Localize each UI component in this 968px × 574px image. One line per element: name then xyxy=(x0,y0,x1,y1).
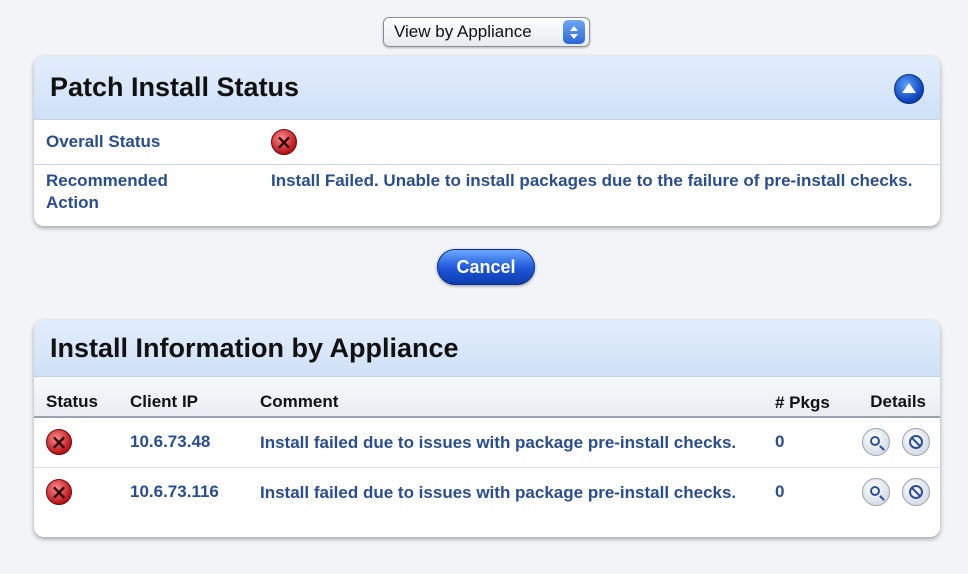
row-comment: Install failed due to issues with packag… xyxy=(260,432,737,452)
table-row: × 10.6.73.116 Install failed due to issu… xyxy=(34,466,940,517)
overall-status-label: Overall Status xyxy=(46,132,161,151)
view-select[interactable]: View by Appliance xyxy=(383,17,590,47)
magnifier-icon xyxy=(870,436,880,447)
recommended-action-label: Recommended Action xyxy=(46,171,168,212)
install-info-table: Status Client IP Comment # Pkgs Details … xyxy=(34,377,940,517)
cancel-button[interactable]: Cancel xyxy=(437,249,535,285)
status-panel-title: Patch Install Status xyxy=(50,72,300,102)
patch-install-status-panel: Patch Install Status Overall Status × Re… xyxy=(34,56,940,226)
cancel-row-button[interactable] xyxy=(902,478,930,507)
recommended-action-text: Install Failed. Unable to install packag… xyxy=(271,171,913,190)
info-panel-header: Install Information by Appliance xyxy=(34,320,940,377)
table-row: × 10.6.73.48 Install failed due to issue… xyxy=(34,417,940,467)
magnifier-icon xyxy=(870,486,880,497)
col-client-ip[interactable]: Client IP xyxy=(130,377,260,418)
pkg-count: 0 xyxy=(775,466,857,517)
no-sign-icon xyxy=(909,485,923,500)
view-details-button[interactable] xyxy=(862,478,890,507)
recommended-action-row: Recommended Action Install Failed. Unabl… xyxy=(34,165,940,214)
no-sign-icon xyxy=(909,435,923,450)
client-ip: 10.6.73.48 xyxy=(130,432,211,452)
status-panel-header: Patch Install Status xyxy=(34,56,940,120)
row-comment: Install failed due to issues with packag… xyxy=(260,466,775,517)
select-arrows-icon xyxy=(563,20,585,44)
collapse-up-icon[interactable] xyxy=(894,74,924,104)
client-ip: 10.6.73.116 xyxy=(130,466,260,517)
error-x-icon: × xyxy=(46,429,72,456)
view-details-button[interactable] xyxy=(862,428,890,457)
col-comment[interactable]: Comment xyxy=(260,377,775,418)
col-pkgs[interactable]: # Pkgs xyxy=(775,377,857,418)
table-header-row: Status Client IP Comment # Pkgs Details xyxy=(34,377,940,418)
error-x-icon: × xyxy=(46,479,72,506)
install-info-panel: Install Information by Appliance Status … xyxy=(34,320,940,537)
pkg-count: 0 xyxy=(775,432,785,452)
error-x-icon: × xyxy=(271,129,297,155)
col-status[interactable]: Status xyxy=(34,377,130,418)
overall-status-row: Overall Status × xyxy=(34,120,940,165)
info-panel-title: Install Information by Appliance xyxy=(50,332,459,363)
view-select-value: View by Appliance xyxy=(394,22,532,41)
cancel-row-button[interactable] xyxy=(902,428,930,457)
col-details: Details xyxy=(857,377,940,418)
